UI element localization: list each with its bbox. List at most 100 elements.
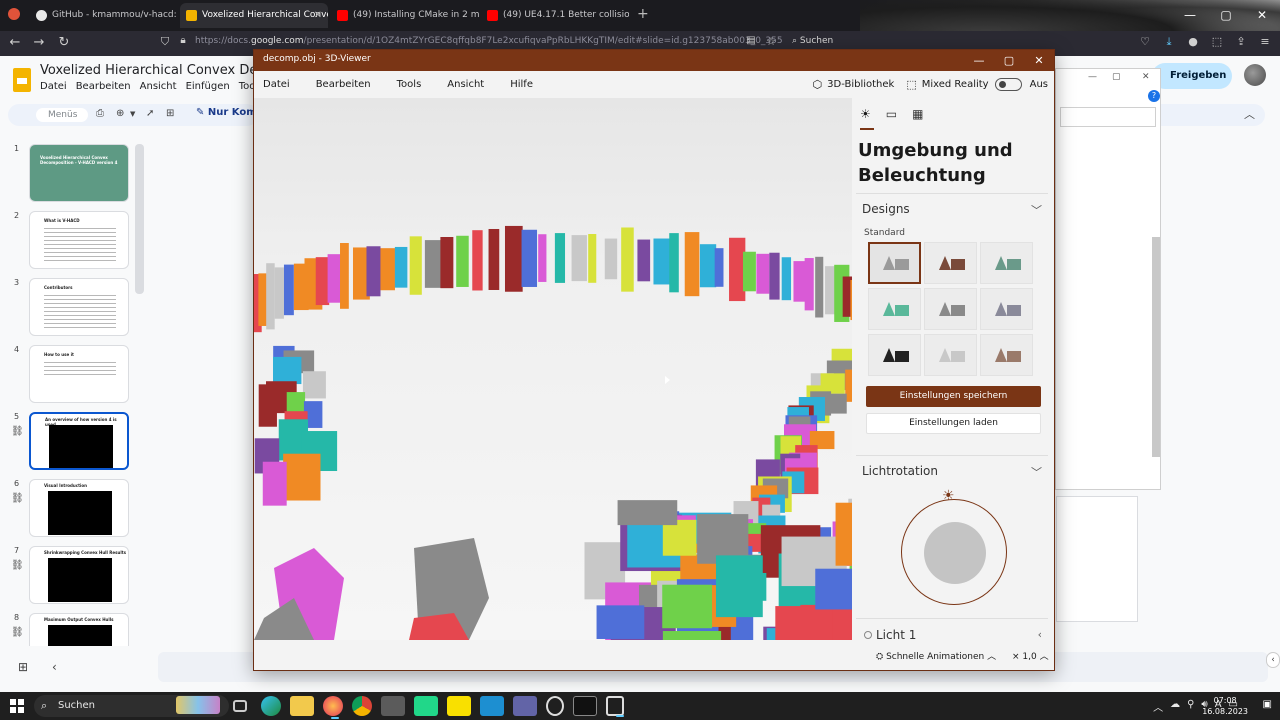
slide-thumbnail[interactable]: What is V-HACD <box>29 211 129 269</box>
light-rotation-section-header[interactable]: Lichtrotation ﹀ <box>862 464 1042 479</box>
slide-thumbnail-selected[interactable]: An overview of how version 4 is used <box>29 412 129 470</box>
windows-start-icon[interactable] <box>10 699 24 713</box>
close-tab-icon[interactable]: ✕ <box>314 3 322 28</box>
slide-thumbnail[interactable]: Maximum Output Convex Hulls <box>29 613 129 646</box>
network-icon[interactable]: ⚲ <box>1187 699 1194 714</box>
close-window-button[interactable]: ✕ <box>1244 0 1280 31</box>
load-settings-button[interactable]: Einstellungen laden <box>866 413 1041 434</box>
collapse-panel-icon[interactable]: ‹ <box>52 660 57 674</box>
maximize-button[interactable]: ▢ <box>1208 0 1244 31</box>
zoom-control[interactable]: × 1,0 ︿ <box>1012 649 1049 662</box>
close-icon[interactable]: ✕ <box>1142 72 1150 82</box>
tab-youtube-cmake[interactable]: (49) Installing CMake in 2 minute <box>331 3 479 28</box>
design-swatch[interactable] <box>924 242 977 284</box>
menu-search-input[interactable]: Menüs <box>36 108 88 122</box>
tab-slides[interactable]: Voxelized Hierarchical Convex ✕ <box>180 3 328 28</box>
design-swatch[interactable] <box>924 288 977 330</box>
edge-icon[interactable] <box>261 696 281 716</box>
maximize-icon[interactable]: ▢ <box>1112 72 1121 82</box>
background-dialog-scrollbar[interactable] <box>1152 237 1160 457</box>
designs-section-header[interactable]: Designs ﹀ <box>862 202 1042 217</box>
shield-icon[interactable]: ⛉ <box>156 35 174 49</box>
minimize-button[interactable]: — <box>1172 0 1208 31</box>
image-icon[interactable]: ▭ <box>886 107 897 121</box>
pocket-icon[interactable]: ♡ <box>1138 35 1152 49</box>
tab-github[interactable]: GitHub - kmammou/v-hacd: Aut <box>30 3 178 28</box>
viewer-minimize-button[interactable]: — <box>964 50 994 71</box>
firefox-icon[interactable] <box>323 696 343 719</box>
design-swatch[interactable] <box>980 288 1033 330</box>
design-swatch[interactable] <box>980 242 1033 284</box>
design-swatch[interactable] <box>924 334 977 376</box>
menu-ansicht[interactable]: Ansicht <box>140 81 177 92</box>
menu-einfuegen[interactable]: Einfügen <box>186 81 230 92</box>
light-1-row[interactable]: Licht 1 ‹ <box>864 628 1044 640</box>
mixed-reality-toggle[interactable] <box>994 78 1022 91</box>
sourcetree-icon[interactable] <box>480 696 504 716</box>
expand-panel-icon[interactable]: ‹ <box>1266 652 1280 668</box>
account-icon[interactable]: ● <box>1186 35 1200 49</box>
reader-icon[interactable]: ▤ <box>742 35 760 46</box>
hamburger-menu-icon[interactable]: ≡ <box>1258 35 1272 49</box>
chevron-up-icon[interactable]: ︿ <box>1244 106 1255 122</box>
bookmark-icon[interactable]: ☆ <box>762 35 780 48</box>
slide-thumbnail[interactable]: Shrinkwrapping Convex Hull Results <box>29 546 129 604</box>
3d-viewer-icon[interactable] <box>606 696 624 717</box>
zoom-icon[interactable]: ⊕ <box>116 108 124 119</box>
back-icon[interactable]: ← <box>6 35 24 50</box>
browser-search-field[interactable]: ⌕ Suchen <box>792 36 833 46</box>
design-swatch[interactable] <box>868 242 921 284</box>
comment-only-button[interactable]: ✎ Nur Kom <box>196 107 257 118</box>
pycharm-icon[interactable] <box>414 696 438 716</box>
viewer-close-button[interactable]: ✕ <box>1024 50 1054 71</box>
viewer-menu-bearbeiten[interactable]: Bearbeiten <box>316 79 371 90</box>
sun-icon[interactable]: ☀ <box>860 107 871 121</box>
avatar[interactable] <box>1244 64 1266 86</box>
menu-datei[interactable]: Datei <box>40 81 67 92</box>
chat-app-icon[interactable] <box>447 696 471 716</box>
clock-app-icon[interactable] <box>546 696 564 716</box>
viewer-menu-ansicht[interactable]: Ansicht <box>447 79 484 90</box>
task-view-icon[interactable] <box>233 700 247 712</box>
viewer-menu-hilfe[interactable]: Hilfe <box>510 79 533 90</box>
viewer-menu-tools[interactable]: Tools <box>397 79 422 90</box>
download-icon[interactable]: ⤓ <box>1162 35 1176 49</box>
select-cursor-icon[interactable]: ➚ <box>146 108 154 119</box>
tab-youtube-ue4[interactable]: (49) UE4.17.1 Better collisions wit <box>481 3 629 28</box>
animations-control[interactable]: ⛭ Schnelle Animationen ︿ <box>876 649 996 662</box>
extensions-icon[interactable]: ⬚ <box>1210 35 1224 49</box>
reload-icon[interactable]: ↻ <box>55 35 73 50</box>
minimize-icon[interactable]: — <box>1088 72 1097 82</box>
save-settings-button[interactable]: Einstellungen speichern <box>866 386 1041 407</box>
grid-icon[interactable]: ▦ <box>912 107 923 121</box>
print-icon[interactable]: ⎙ <box>96 108 104 119</box>
3d-viewport[interactable] <box>254 98 852 640</box>
thumbnails-scrollbar[interactable] <box>135 144 144 294</box>
viewer-maximize-button[interactable]: ▢ <box>994 50 1024 71</box>
firefox-menu-icon[interactable] <box>8 8 20 20</box>
presentation-title[interactable]: Voxelized Hierarchical Convex Decomposit… <box>40 63 255 78</box>
notification-icon[interactable]: ▣ <box>1263 699 1272 710</box>
file-explorer-icon[interactable] <box>290 696 314 716</box>
url-field[interactable]: https://docs.google.com/presentation/d/1… <box>195 36 783 46</box>
viewer-menu-datei[interactable]: Datei <box>263 79 290 90</box>
terminal-icon[interactable] <box>573 696 597 716</box>
system-clock[interactable]: 07:08 16.08.2023 <box>1202 695 1248 717</box>
slide-thumbnail[interactable]: How to use it <box>29 345 129 403</box>
teams-icon[interactable] <box>513 696 537 716</box>
slide-thumbnail[interactable]: Contributors <box>29 278 129 336</box>
forward-icon[interactable]: → <box>30 35 48 50</box>
background-dialog-field[interactable] <box>1060 107 1156 127</box>
chrome-icon[interactable] <box>352 696 372 716</box>
design-swatch[interactable] <box>980 334 1033 376</box>
new-tab-button[interactable]: + <box>637 6 649 22</box>
3d-library-button[interactable]: 3D-Bibliothek <box>827 79 894 90</box>
calculator-icon[interactable] <box>381 696 405 716</box>
grid-view-icon[interactable]: ⊞ <box>18 660 28 674</box>
share-button[interactable]: Freigeben <box>1152 63 1232 89</box>
slide-thumbnail[interactable]: Voxelized Hierarchical Convex Decomposit… <box>29 144 129 202</box>
slides-logo-icon[interactable] <box>13 68 31 92</box>
chevron-down-icon[interactable]: ▼ <box>130 110 135 118</box>
help-icon[interactable]: ? <box>1148 90 1160 102</box>
slide-thumbnail[interactable]: Visual Introduction <box>29 479 129 537</box>
